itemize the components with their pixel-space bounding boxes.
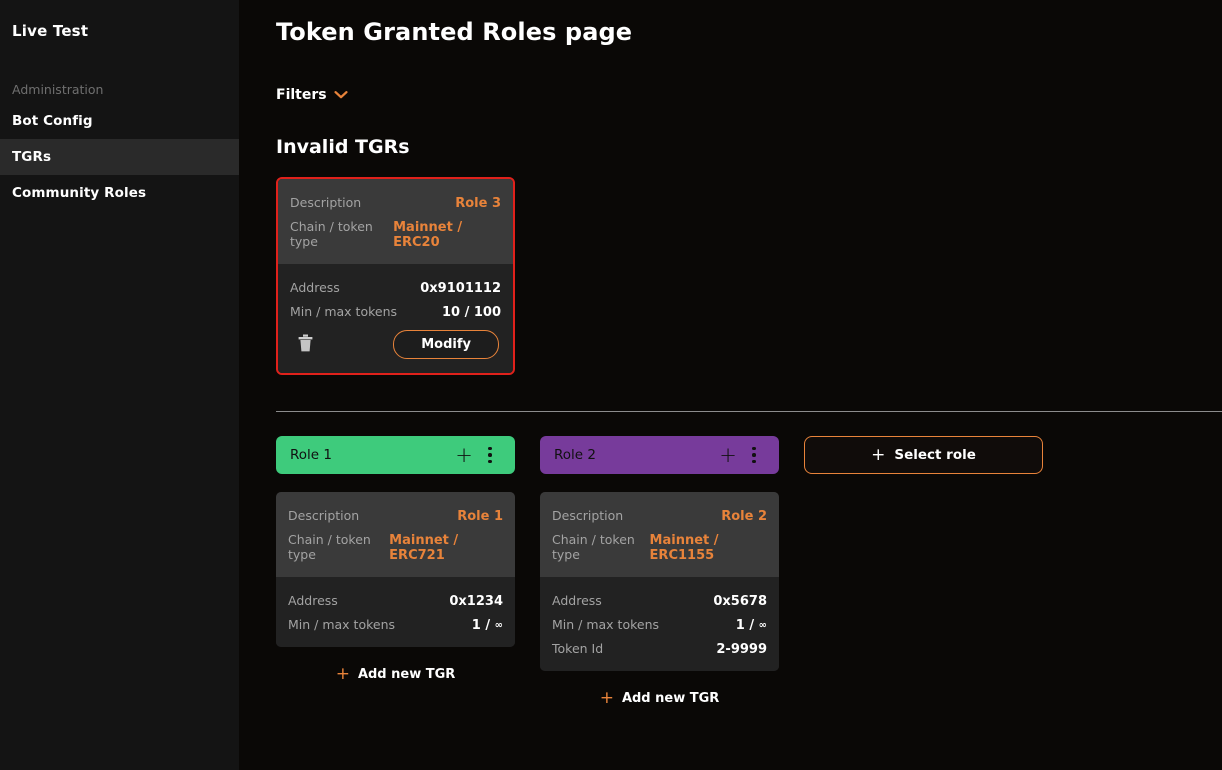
card-row-min-max-tokens: Min / max tokens 1 / ∞ [552,613,767,637]
row-label: Chain / token type [552,532,650,562]
kebab-menu-icon[interactable] [477,442,503,468]
card-row-chain-token-type: Chain / token type Mainnet / ERC20 [290,215,501,254]
sidebar-item-label: TGRs [12,149,51,165]
card-row-address: Address 0x1234 [288,589,503,613]
kebab-dots [752,447,756,464]
row-value: Mainnet / ERC1155 [650,533,767,563]
card-bottom-section: Address 0x5678 Min / max tokens 1 / ∞ To… [540,577,779,671]
row-value: 0x5678 [713,594,767,609]
select-role-label: Select role [894,447,976,463]
invalid-tgr-card: Description Role 3 Chain / token type Ma… [276,177,515,375]
add-new-tgr-label: Add new TGR [358,667,455,682]
plus-icon: + [336,666,350,683]
card-top-section: Description Role 2 Chain / token type Ma… [540,492,779,577]
app-root: Live Test Administration Bot Config TGRs… [0,0,1222,770]
sidebar: Live Test Administration Bot Config TGRs… [0,0,239,770]
tgr-card-role-2: Description Role 2 Chain / token type Ma… [540,492,779,671]
plus-icon: + [871,447,885,464]
row-value: 0x1234 [449,594,503,609]
sidebar-item-bot-config[interactable]: Bot Config [0,103,239,139]
chevron-down-icon [334,90,348,100]
card-top-section: Description Role 3 Chain / token type Ma… [278,179,513,264]
card-row-chain-token-type: Chain / token type Mainnet / ERC1155 [552,528,767,567]
tgr-card-role-1: Description Role 1 Chain / token type Ma… [276,492,515,647]
role-name-label: Role 1 [290,447,451,463]
card-row-description: Description Role 1 [288,504,503,528]
card-row-token-id: Token Id 2-9999 [552,637,767,661]
modify-tgr-button[interactable]: Modify [393,330,499,359]
card-row-min-max-tokens: Min / max tokens 10 / 100 [290,300,501,324]
plus-icon: + [455,445,473,466]
card-top-section: Description Role 1 Chain / token type Ma… [276,492,515,577]
trash-icon [298,334,313,355]
add-new-tgr-button-role-1[interactable]: + Add new TGR [336,666,456,683]
row-value: 1 / ∞ [736,618,767,633]
delete-tgr-button[interactable] [292,332,318,358]
sidebar-item-label: Bot Config [12,113,93,129]
row-value: 10 / 100 [442,305,501,320]
row-value: Role 1 [457,509,503,524]
select-role-column: + Select role [804,436,1043,474]
card-row-address: Address 0x5678 [552,589,767,613]
card-bottom-section: Address 0x1234 Min / max tokens 1 / ∞ [276,577,515,647]
role-column-role-2: Role 2 + Description Role 2 [540,436,779,707]
kebab-menu-icon[interactable] [741,442,767,468]
sidebar-section-administration: Administration [0,48,239,103]
card-row-min-max-tokens: Min / max tokens 1 / ∞ [288,613,503,637]
kebab-dots [488,447,492,464]
card-row-address: Address 0x9101112 [290,276,501,300]
card-row-description: Description Role 3 [290,191,501,215]
row-label: Description [290,195,361,210]
row-label: Address [288,593,338,608]
row-label: Description [552,508,623,523]
add-role-icon[interactable]: + [715,442,741,468]
row-label: Address [552,593,602,608]
filters-toggle[interactable]: Filters [276,87,348,103]
page-title: Token Granted Roles page [276,18,1222,46]
row-label: Chain / token type [290,219,393,249]
card-row-chain-token-type: Chain / token type Mainnet / ERC721 [288,528,503,567]
card-bottom-section: Address 0x9101112 Min / max tokens 10 / … [278,264,513,373]
select-role-button[interactable]: + Select role [804,436,1043,474]
row-label: Chain / token type [288,532,389,562]
section-title-invalid-tgrs: Invalid TGRs [276,136,1222,158]
add-new-tgr-label: Add new TGR [622,691,719,706]
row-value: 2-9999 [716,642,767,657]
invalid-tgr-list: Description Role 3 Chain / token type Ma… [276,177,1222,375]
role-header-role-1[interactable]: Role 1 + [276,436,515,474]
row-label: Min / max tokens [552,617,659,632]
add-role-icon[interactable]: + [451,442,477,468]
sidebar-item-tgrs[interactable]: TGRs [0,139,239,175]
plus-icon: + [600,690,614,707]
card-actions: Modify [290,324,501,363]
card-row-description: Description Role 2 [552,504,767,528]
row-label: Min / max tokens [288,617,395,632]
main-content: Token Granted Roles page Filters Invalid… [239,0,1222,770]
row-value: 0x9101112 [420,281,501,296]
row-value: 1 / ∞ [472,618,503,633]
filters-label: Filters [276,87,327,103]
row-label: Address [290,280,340,295]
row-value: Role 2 [721,509,767,524]
add-new-tgr-button-role-2[interactable]: + Add new TGR [600,690,720,707]
role-name-label: Role 2 [554,447,715,463]
role-column-role-1: Role 1 + Description Role 1 [276,436,515,683]
sidebar-brand: Live Test [0,14,239,48]
role-header-role-2[interactable]: Role 2 + [540,436,779,474]
row-label: Min / max tokens [290,304,397,319]
role-columns: Role 1 + Description Role 1 [276,436,1043,707]
sidebar-item-label: Community Roles [12,185,146,201]
row-value: Mainnet / ERC20 [393,220,501,250]
section-divider [276,411,1222,412]
plus-icon: + [719,445,737,466]
row-value: Role 3 [455,196,501,211]
row-label: Token Id [552,641,603,656]
row-label: Description [288,508,359,523]
row-value: Mainnet / ERC721 [389,533,503,563]
sidebar-item-community-roles[interactable]: Community Roles [0,175,239,211]
